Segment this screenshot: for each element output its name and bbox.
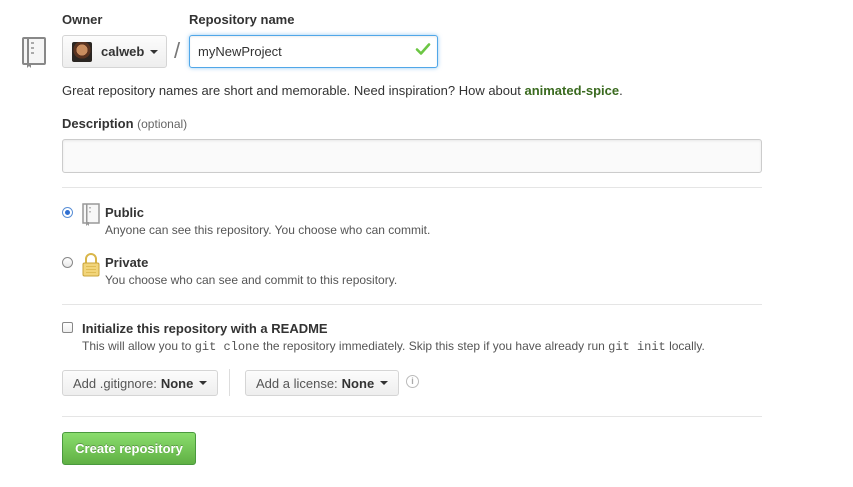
public-subtitle: Anyone can see this repository. You choo… [105,223,431,237]
divider [62,304,762,305]
license-select[interactable]: Add a license: None [245,370,400,396]
optional-note: (optional) [137,117,188,131]
create-repository-button[interactable]: Create repository [62,432,196,465]
gitignore-label: Add .gitignore: [73,375,157,391]
readme-sub-prefix: This will allow you to [82,339,195,353]
private-title: Private [105,255,149,270]
description-input[interactable] [62,139,762,173]
readme-subtitle: This will allow you to git clone the rep… [82,339,705,354]
readme-checkbox[interactable] [62,322,73,333]
gitignore-value: None [160,375,194,391]
description-label: Description (optional) [62,116,187,131]
caret-down-icon [199,381,208,385]
repo-icon [22,37,46,68]
readme-sub-middle: the repository immediately. Skip this st… [259,339,609,353]
divider [62,187,762,188]
owner-separator: / [174,38,181,63]
license-value: None [341,375,375,391]
caret-down-icon [380,381,389,385]
owner-name: calweb [101,44,145,59]
lock-icon [82,253,100,277]
owner-label: Owner [62,12,103,27]
private-subtitle: You choose who can see and commit to thi… [105,273,398,287]
gitignore-select[interactable]: Add .gitignore: None [62,370,219,396]
public-repo-icon [82,203,100,226]
hint-end: . [619,83,623,98]
git-clone-code: git clone [194,340,260,354]
readme-sub-suffix: locally. [665,339,705,353]
name-hint: Great repository names are short and mem… [62,83,623,98]
owner-select[interactable]: calweb [62,35,167,68]
readme-title: Initialize this repository with a README [82,321,328,336]
repo-name-label: Repository name [189,12,295,27]
license-label: Add a license: [256,375,338,391]
avatar [72,41,92,62]
description-label-text: Description [62,116,134,131]
check-icon [415,43,431,55]
git-init-code: git init [608,340,666,354]
hint-text: Great repository names are short and mem… [62,83,525,98]
public-radio[interactable] [62,207,73,218]
repo-name-input[interactable] [189,35,438,68]
vertical-divider [229,369,230,396]
name-suggestion-link[interactable]: animated-spice [524,83,619,98]
public-title: Public [105,205,145,220]
divider [62,416,762,417]
info-icon[interactable]: i [406,375,419,388]
caret-down-icon [150,49,159,54]
private-radio[interactable] [62,257,73,268]
